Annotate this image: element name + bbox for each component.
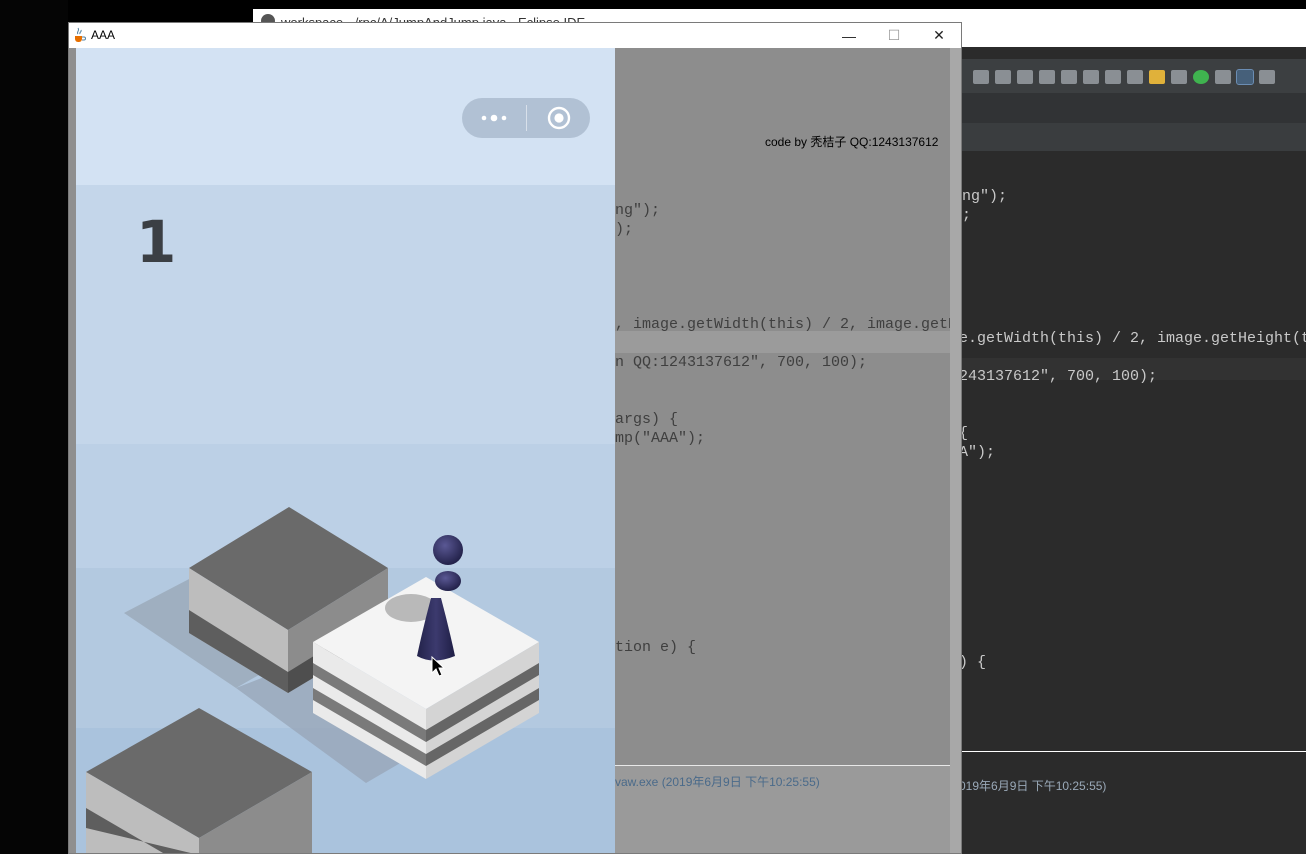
author-credit: code by 秃桔子 QQ:1243137612 (765, 135, 939, 149)
window-title: AAA (91, 28, 116, 42)
drop-to-frame-icon[interactable] (1105, 70, 1121, 84)
overlay-code-line: n QQ:1243137612", 700, 100); (615, 354, 868, 371)
terminate-icon[interactable] (995, 70, 1011, 84)
step-return-icon[interactable] (1083, 70, 1099, 84)
overlay-line-highlight (615, 331, 950, 353)
desktop-left-strip (0, 0, 68, 854)
ide-console-status: 019年6月9日 下午10:25:55) (959, 779, 1107, 793)
java-cup-icon (75, 27, 86, 42)
minimize-button[interactable]: — (826, 23, 872, 48)
game-window[interactable]: AAA — ☐ ✕ code by 秃桔子 QQ:1243137612 ng")… (68, 22, 962, 854)
overlay-console-status: vaw.exe (2019年6月9日 下午10:25:55) (615, 775, 820, 789)
miniprogram-capsule (462, 98, 590, 138)
overlay-code-line: args) { (615, 411, 679, 428)
window-right-edge (950, 48, 961, 853)
jump-game-canvas[interactable]: 1 (76, 48, 615, 853)
overlay-code-line: tion e) { (615, 639, 697, 656)
overlay-code-line: ); (615, 221, 634, 238)
ide-code-line: ) { (959, 654, 987, 671)
ide-code-line: 243137612", 700, 100); (959, 368, 1158, 385)
game-scene (76, 48, 615, 853)
target-close-icon[interactable] (527, 98, 590, 138)
more-dots-icon[interactable] (462, 98, 526, 138)
ide-code-line: A"); (959, 444, 996, 461)
player-head (433, 535, 463, 565)
toggle-icon[interactable] (1259, 70, 1275, 84)
highlight-pen-icon[interactable] (1236, 69, 1254, 85)
debug-tool-icon[interactable] (1149, 70, 1165, 84)
window-canvas-overlay: code by 秃桔子 QQ:1243137612 ng"); ); , ima… (615, 48, 950, 853)
close-button[interactable]: ✕ (916, 23, 961, 48)
overlay-code-line: mp("AAA"); (615, 430, 706, 447)
ide-code-line: e.getWidth(this) / 2, image.getHeight(t (959, 330, 1306, 347)
step-into-icon[interactable] (1039, 70, 1055, 84)
overlay-code-line: ng"); (615, 202, 661, 219)
external-tools-icon[interactable] (1215, 70, 1231, 84)
use-step-filters-icon[interactable] (1127, 70, 1143, 84)
ide-toolbar-icons (973, 67, 1306, 87)
score-display: 1 (136, 208, 177, 276)
suspend-icon[interactable] (973, 70, 989, 84)
run-icon[interactable] (1193, 70, 1209, 84)
disconnect-icon[interactable] (1017, 70, 1033, 84)
maximize-button[interactable]: ☐ (871, 23, 917, 48)
player-neck (435, 571, 461, 591)
overlay-code-line: , image.getWidth(this) / 2, image.getHe (615, 316, 950, 333)
link-icon[interactable] (1171, 70, 1187, 84)
step-over-icon[interactable] (1061, 70, 1077, 84)
window-titlebar[interactable]: AAA — ☐ ✕ (69, 23, 961, 48)
